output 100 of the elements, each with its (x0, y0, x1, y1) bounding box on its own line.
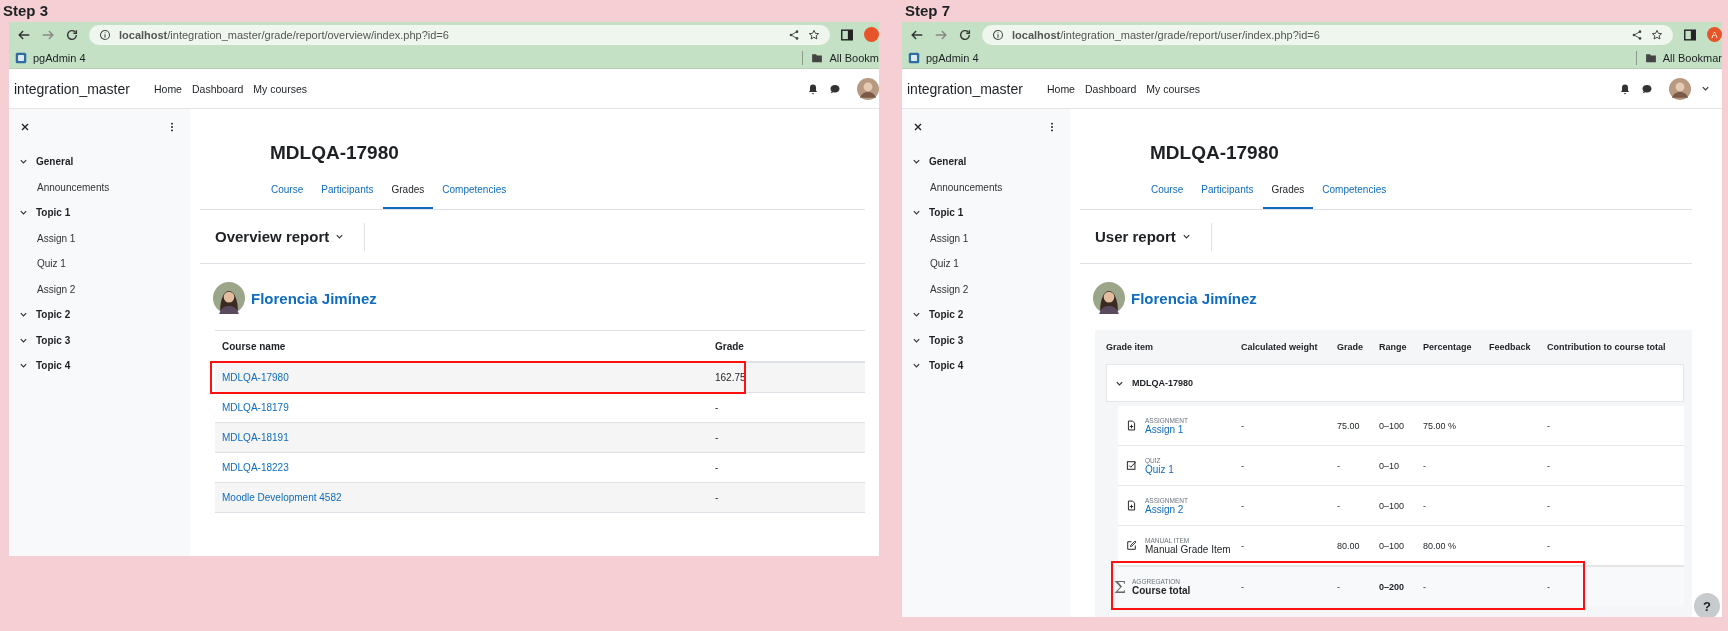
nav-link[interactable]: Dashboard (191, 82, 244, 95)
chevron-icon[interactable] (19, 310, 28, 320)
table-cell-text: 0–100 (1379, 500, 1406, 511)
chat-icon[interactable] (1641, 82, 1653, 95)
section-item[interactable]: Topic 4 (19, 353, 178, 379)
activity-item[interactable]: Announcements (912, 174, 1058, 200)
bell-icon[interactable] (1619, 82, 1631, 95)
close-icon[interactable] (912, 121, 924, 133)
bookmark-link[interactable]: pgAdmin 4 (15, 51, 86, 64)
address-bar[interactable]: localhost/integration_master/grade/report/user/index.php?id=6 (982, 24, 1673, 45)
column-header: Grade (715, 340, 745, 352)
chevron-icon[interactable] (912, 157, 921, 167)
share-icon[interactable] (1631, 28, 1643, 41)
star-icon[interactable] (1651, 28, 1663, 41)
grade-cell-text: - (715, 402, 720, 413)
column-header: Contribution to course total (1547, 342, 1667, 352)
section-item[interactable]: General (912, 149, 1058, 175)
address-bar[interactable]: localhost/integration_master/grade/report/overview/index.php?id=6 (89, 24, 830, 45)
tab[interactable]: Participants (1192, 172, 1263, 209)
document-icon (1126, 500, 1137, 511)
checkbox-icon (1126, 460, 1137, 471)
tab[interactable]: Course (262, 172, 313, 209)
section-item[interactable]: Topic 3 (912, 327, 1058, 353)
activity-item[interactable]: Quiz 1 (19, 251, 178, 277)
help-button[interactable]: ? (1694, 593, 1720, 617)
activity-item[interactable]: Quiz 1 (912, 251, 1058, 277)
report-selector[interactable]: User report (1095, 228, 1203, 245)
chevron-icon[interactable] (19, 361, 28, 371)
activity-item[interactable]: Announcements (19, 174, 178, 200)
grade-item-link[interactable]: Assign 1 (1145, 423, 1188, 435)
user-name-link[interactable]: Florencia Jimínez (1131, 289, 1257, 307)
profile-avatar[interactable]: A (1707, 27, 1722, 42)
document-icon (1126, 420, 1137, 431)
site-name[interactable]: integration_master (14, 80, 130, 97)
chevron-icon[interactable] (912, 310, 921, 320)
info-icon[interactable] (99, 28, 111, 41)
course-link[interactable]: MDLQA-18223 (222, 462, 289, 473)
table-cell-text: - (1241, 420, 1245, 431)
caret-icon[interactable] (1701, 84, 1710, 93)
side-panel-icon[interactable] (840, 27, 854, 42)
course-link[interactable]: MDLQA-17980 (222, 372, 289, 383)
tab[interactable]: Grades (1262, 172, 1314, 209)
tab[interactable]: Participants (312, 172, 383, 209)
activity-item[interactable]: Assign 2 (912, 276, 1058, 302)
category-row[interactable]: MDLQA-17980 (1106, 364, 1684, 402)
section-item[interactable]: Topic 2 (912, 302, 1058, 328)
site-name[interactable]: integration_master (907, 80, 1023, 97)
tab[interactable]: Grades (382, 172, 434, 209)
info-icon[interactable] (992, 28, 1004, 41)
nav-link[interactable]: My courses (253, 82, 308, 95)
grade-item-link[interactable]: Quiz 1 (1145, 463, 1174, 475)
share-icon[interactable] (788, 28, 800, 41)
step-label: Step 7 (904, 1, 951, 21)
chevron-icon[interactable] (912, 361, 921, 371)
table-cell-text: 75.00 % (1423, 420, 1458, 431)
report-selector[interactable]: Overview report (215, 228, 357, 245)
tab[interactable]: Course (1142, 172, 1193, 209)
grade-cell-text: - (715, 492, 720, 503)
activity-item[interactable]: Assign 1 (19, 225, 178, 251)
activity-item[interactable]: Assign 1 (912, 225, 1058, 251)
all-bookmarks-link[interactable]: All Bookmar (1644, 51, 1722, 64)
table-cell-text: - (1337, 500, 1341, 511)
chevron-icon[interactable] (19, 157, 28, 167)
section-item[interactable]: Topic 2 (19, 302, 178, 328)
bookmark-link[interactable]: pgAdmin 4 (908, 51, 979, 64)
user-avatar[interactable] (857, 77, 879, 100)
star-icon[interactable] (808, 28, 820, 41)
close-icon[interactable] (19, 121, 31, 133)
chat-icon[interactable] (829, 82, 841, 95)
table-cell-text: - (1337, 581, 1341, 592)
user-name-link[interactable]: Florencia Jimínez (251, 289, 377, 307)
section-item[interactable]: Topic 1 (912, 200, 1058, 226)
app-icon (908, 51, 920, 64)
nav-link[interactable]: Home (153, 82, 182, 95)
table-cell-text: - (1547, 460, 1551, 471)
grade-item-link[interactable]: Assign 2 (1145, 503, 1188, 515)
course-link[interactable]: MDLQA-18191 (222, 432, 289, 443)
user-avatar[interactable] (1669, 77, 1691, 100)
course-link[interactable]: MDLQA-18179 (222, 402, 289, 413)
reload-icon[interactable] (958, 27, 972, 42)
nav-link[interactable]: Home (1046, 82, 1075, 95)
bell-icon[interactable] (807, 82, 819, 95)
nav-link[interactable]: Dashboard (1084, 82, 1137, 95)
section-item[interactable]: Topic 3 (19, 327, 178, 353)
reload-icon[interactable] (65, 27, 79, 42)
nav-link[interactable]: My courses (1146, 82, 1201, 95)
section-item[interactable]: Topic 4 (912, 353, 1058, 379)
side-panel-icon[interactable] (1683, 27, 1697, 42)
activity-item[interactable]: Assign 2 (19, 276, 178, 302)
tab[interactable]: Competencies (1313, 172, 1396, 209)
all-bookmarks-link[interactable]: All Bookm (811, 51, 879, 64)
chevron-icon[interactable] (912, 208, 921, 218)
table-cell-text: 75.00 (1337, 420, 1361, 431)
chevron-icon[interactable] (19, 208, 28, 218)
section-item[interactable]: General (19, 149, 178, 175)
section-item[interactable]: Topic 1 (19, 200, 178, 226)
tab[interactable]: Competencies (433, 172, 516, 209)
course-link[interactable]: Moodle Development 4582 (222, 492, 342, 503)
profile-avatar[interactable] (864, 27, 879, 42)
table-cell-text: - (1423, 500, 1427, 511)
